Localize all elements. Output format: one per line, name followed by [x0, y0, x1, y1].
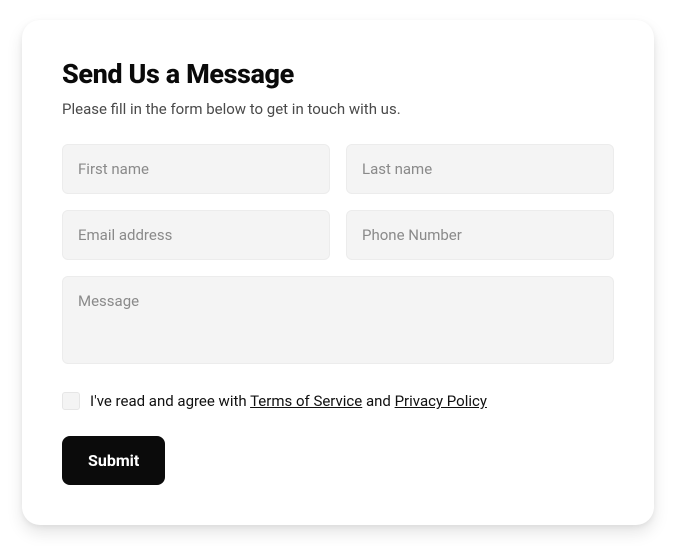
consent-middle: and: [362, 392, 394, 410]
consent-row: I've read and agree with Terms of Servic…: [62, 392, 614, 410]
form-title: Send Us a Message: [62, 58, 614, 90]
phone-input[interactable]: [346, 210, 614, 260]
consent-checkbox[interactable]: [62, 392, 80, 410]
message-textarea[interactable]: [62, 276, 614, 364]
privacy-policy-link[interactable]: Privacy Policy: [395, 392, 487, 410]
consent-text: I've read and agree with Terms of Servic…: [90, 392, 487, 410]
terms-of-service-link[interactable]: Terms of Service: [250, 392, 362, 410]
contact-form-card: Send Us a Message Please fill in the for…: [22, 20, 654, 525]
first-name-input[interactable]: [62, 144, 330, 194]
email-input[interactable]: [62, 210, 330, 260]
form-subtitle: Please fill in the form below to get in …: [62, 100, 614, 118]
contact-row: [62, 210, 614, 260]
last-name-input[interactable]: [346, 144, 614, 194]
submit-button[interactable]: Submit: [62, 436, 165, 485]
consent-prefix: I've read and agree with: [90, 392, 250, 410]
name-row: [62, 144, 614, 194]
